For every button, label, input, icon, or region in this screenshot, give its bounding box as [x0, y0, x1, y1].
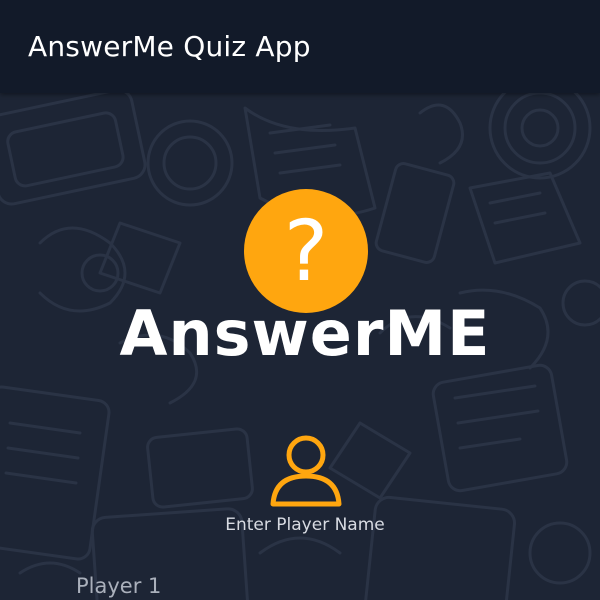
player-name-input[interactable] [76, 572, 526, 600]
app-bar: AnswerMe Quiz App [0, 0, 600, 93]
app-title: AnswerMe Quiz App [28, 30, 311, 63]
logo-wordmark: AnswerME [119, 297, 491, 370]
person-icon [270, 435, 342, 507]
quiz-home-screen: AnswerMe Quiz App ? AnswerME Enter Playe… [0, 0, 600, 600]
enter-player-name-label: Enter Player Name [225, 515, 385, 535]
